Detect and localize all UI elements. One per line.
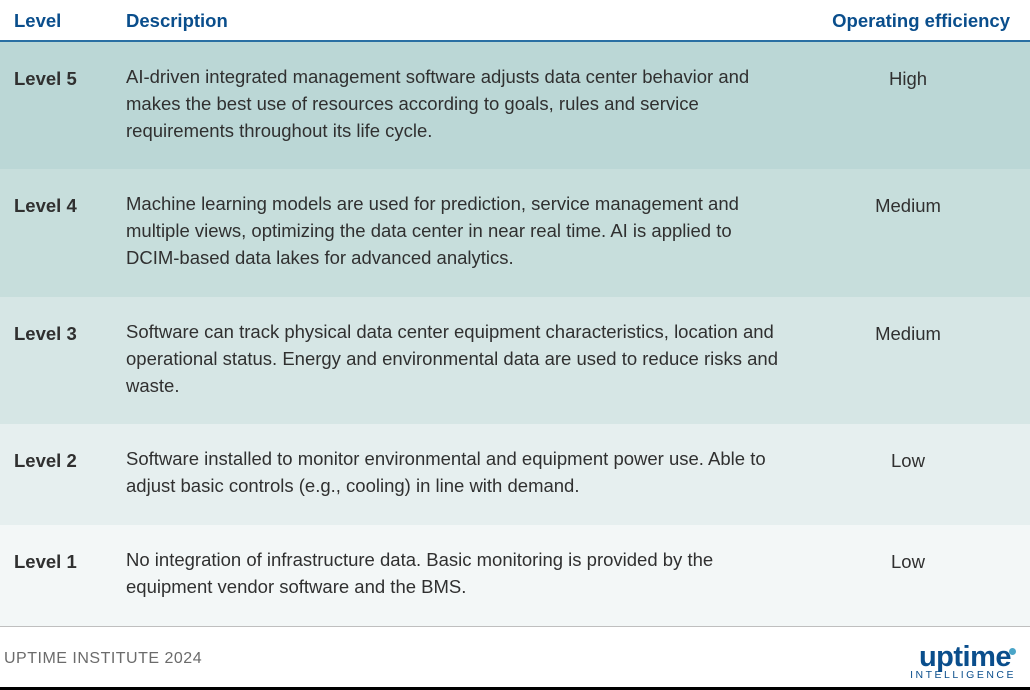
cell-level: Level 1 (14, 547, 126, 601)
maturity-table: Level Description Operating efficiency L… (0, 0, 1030, 690)
table-row: Level 1 No integration of infrastructure… (0, 525, 1030, 626)
table-body: Level 5 AI-driven integrated management … (0, 42, 1030, 626)
cell-level: Level 3 (14, 319, 126, 399)
header-description: Description (126, 10, 806, 32)
cell-efficiency: Low (806, 446, 1016, 500)
cell-level: Level 2 (14, 446, 126, 500)
cell-description: No integration of infrastructure data. B… (126, 547, 806, 601)
table-row: Level 3 Software can track physical data… (0, 297, 1030, 424)
table-header-row: Level Description Operating efficiency (0, 0, 1030, 42)
header-level: Level (14, 10, 126, 32)
source-label: UPTIME INSTITUTE 2024 (4, 650, 202, 668)
cell-description: Software installed to monitor environmen… (126, 446, 806, 500)
logo-word: uptime (919, 643, 1016, 672)
cell-efficiency: Medium (806, 191, 1016, 271)
cell-description: Software can track physical data center … (126, 319, 806, 399)
uptime-logo: uptime INTELLIGENCE (910, 643, 1016, 681)
table-row: Level 4 Machine learning models are used… (0, 169, 1030, 296)
logo-sub-text: INTELLIGENCE (910, 670, 1016, 681)
table-row: Level 2 Software installed to monitor en… (0, 424, 1030, 525)
cell-description: Machine learning models are used for pre… (126, 191, 806, 271)
cell-description: AI-driven integrated management software… (126, 64, 806, 144)
logo-main-text: uptime (919, 641, 1011, 673)
cell-efficiency: Medium (806, 319, 1016, 399)
cell-efficiency: Low (806, 547, 1016, 601)
cell-efficiency: High (806, 64, 1016, 144)
cell-level: Level 5 (14, 64, 126, 144)
logo-dot-icon (1009, 648, 1016, 655)
header-efficiency: Operating efficiency (806, 10, 1016, 32)
cell-level: Level 4 (14, 191, 126, 271)
table-footer: UPTIME INSTITUTE 2024 uptime INTELLIGENC… (0, 626, 1030, 690)
table-row: Level 5 AI-driven integrated management … (0, 42, 1030, 169)
